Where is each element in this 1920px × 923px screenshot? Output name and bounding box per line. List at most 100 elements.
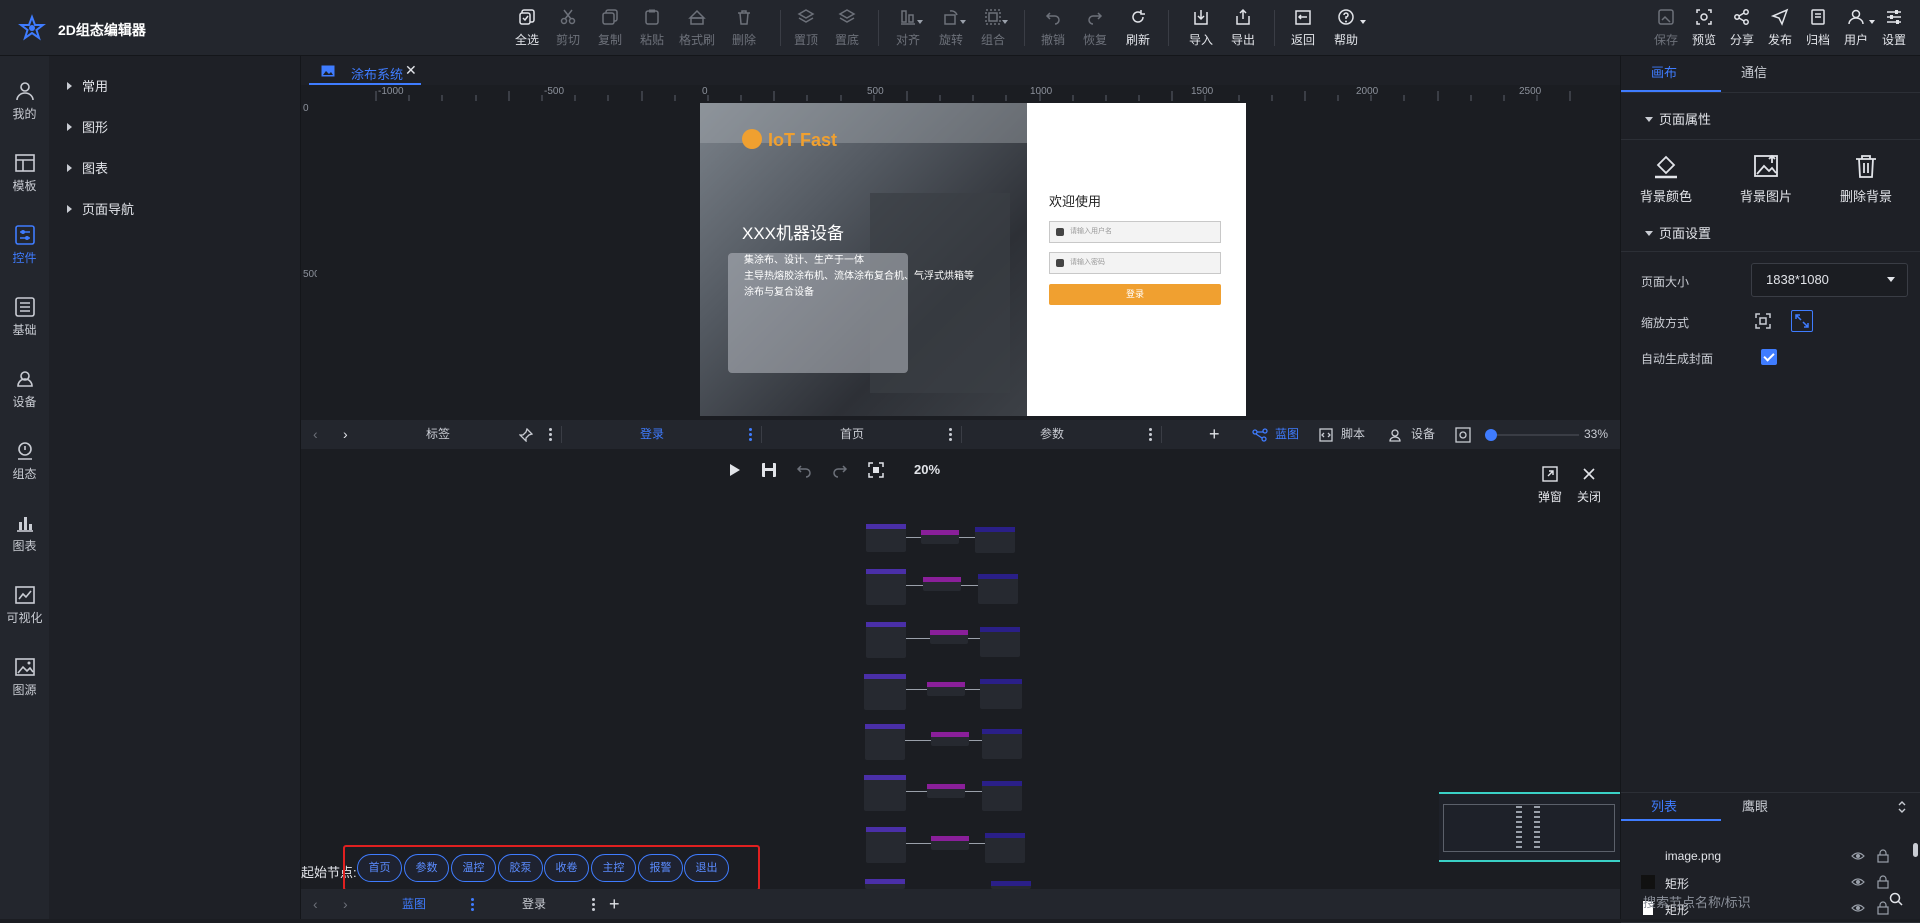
fit-view-icon[interactable] (867, 461, 885, 479)
password-field[interactable]: 请输入密码 (1049, 252, 1221, 274)
blueprint-editor[interactable]: 20% 弹窗 关闭 起始节点: 首页 参数 温控 胶泵 收卷 主控 报警 退出 (301, 449, 1620, 891)
blueprint-tab[interactable]: 蓝图 (1275, 420, 1299, 449)
eye-icon[interactable] (1851, 849, 1865, 863)
chevron-left-icon[interactable]: ‹ (313, 889, 318, 918)
save-icon[interactable] (760, 461, 778, 479)
nav-item-mine[interactable]: 我的 (0, 70, 49, 136)
nav-item-image-source[interactable]: 图源 (0, 646, 49, 712)
scale-stretch-button[interactable] (1791, 310, 1813, 332)
tab-eagle-eye[interactable]: 鹰眼 (1742, 794, 1768, 820)
settings-button[interactable]: 设置 (1874, 8, 1914, 52)
tab-layer-list[interactable]: 列表 (1651, 794, 1677, 820)
nav-item-visualization[interactable]: 可视化 (0, 574, 49, 640)
script-tab[interactable]: 脚本 (1341, 420, 1365, 449)
more-icon[interactable] (1149, 428, 1152, 441)
layer-search-input[interactable]: 搜索节点名称/标识 (1643, 892, 1751, 911)
layer-row[interactable]: image.png (1621, 843, 1920, 869)
device-tab[interactable]: 设备 (1411, 420, 1435, 449)
nav-item-devices[interactable]: 设备 (0, 358, 49, 424)
section-page-settings[interactable]: 页面设置 (1645, 223, 1711, 242)
auto-cover-checkbox[interactable] (1761, 349, 1777, 365)
align-button[interactable]: 对齐 (888, 8, 928, 52)
lock-icon[interactable] (1876, 901, 1890, 915)
nav-item-controls[interactable]: 控件 (0, 214, 49, 280)
chevron-right-icon[interactable]: › (343, 889, 348, 918)
preview-button[interactable]: 预览 (1684, 8, 1724, 52)
paste-button[interactable]: 粘贴 (632, 8, 672, 52)
format-brush-button[interactable]: 格式刷 (677, 8, 717, 52)
undo-icon[interactable] (795, 461, 813, 479)
section-page-props[interactable]: 页面属性 (1645, 109, 1711, 128)
more-icon[interactable] (549, 428, 552, 441)
cut-button[interactable]: 剪切 (548, 8, 588, 52)
tree-item-charts[interactable]: 图表 (67, 158, 108, 178)
close-blueprint-button[interactable]: 关闭 (1576, 466, 1602, 505)
graph-node[interactable] (864, 775, 906, 811)
graph-node[interactable] (985, 833, 1025, 863)
graph-node[interactable] (931, 836, 969, 850)
bottom-tab-blueprint[interactable]: 蓝图 (402, 889, 426, 918)
more-icon[interactable] (471, 898, 474, 911)
page-tab-params[interactable]: 参数 (1040, 420, 1064, 449)
graph-node[interactable] (980, 627, 1020, 657)
play-icon[interactable] (725, 461, 743, 479)
bg-image-button[interactable]: 背景图片 (1721, 152, 1811, 205)
eye-icon[interactable] (1851, 901, 1865, 915)
bg-delete-button[interactable]: 删除背景 (1821, 152, 1911, 205)
nav-item-templates[interactable]: 模板 (0, 142, 49, 208)
graph-node[interactable] (930, 630, 968, 644)
graph-node[interactable] (866, 622, 906, 658)
canvas-page[interactable]: IoT Fast XXX机器设备 集涂布、设计、生产于一体 主导热熔胶涂布机、流… (700, 103, 1246, 416)
tree-item-page-nav[interactable]: 页面导航 (67, 199, 134, 219)
more-icon[interactable] (949, 428, 952, 441)
nav-item-config[interactable]: 组态 (0, 430, 49, 496)
tree-item-common[interactable]: 常用 (67, 76, 108, 96)
pin-icon[interactable] (519, 428, 533, 442)
zoom-slider-track[interactable] (1491, 434, 1579, 436)
archive-button[interactable]: 归档 (1798, 8, 1838, 52)
publish-button[interactable]: 发布 (1760, 8, 1800, 52)
username-field[interactable]: 请输入用户名 (1049, 221, 1221, 243)
nav-item-basic[interactable]: 基础 (0, 286, 49, 352)
label-tab[interactable]: 标签 (426, 420, 450, 449)
to-bottom-button[interactable]: 置底 (827, 8, 867, 52)
lock-icon[interactable] (1876, 875, 1890, 889)
delete-button[interactable]: 删除 (724, 8, 764, 52)
redo-button[interactable]: 恢复 (1075, 8, 1115, 52)
graph-node[interactable] (975, 527, 1015, 553)
zoom-slider-handle[interactable] (1485, 429, 1497, 441)
graph-node[interactable] (982, 781, 1022, 811)
save-button[interactable]: 保存 (1646, 8, 1686, 52)
blueprint-minimap[interactable] (1439, 792, 1620, 862)
scale-fit-icon[interactable] (1754, 312, 1772, 330)
export-button[interactable]: 导出 (1223, 8, 1263, 52)
graph-node[interactable] (921, 530, 959, 544)
add-page-icon[interactable]: + (1209, 420, 1220, 449)
graph-node[interactable] (927, 682, 965, 696)
graph-node[interactable] (931, 732, 969, 746)
popup-button[interactable]: 弹窗 (1537, 466, 1563, 505)
graph-node[interactable] (923, 577, 961, 591)
fit-screen-icon[interactable] (1455, 427, 1471, 443)
undo-button[interactable]: 撤销 (1033, 8, 1073, 52)
bg-color-button[interactable]: 背景颜色 (1621, 152, 1711, 205)
minimap-viewport[interactable] (1443, 804, 1615, 852)
doc-tab-active[interactable]: 涂布系统 ✕ (309, 56, 421, 85)
chevron-right-icon[interactable]: › (343, 420, 348, 449)
user-button[interactable]: 用户 (1836, 8, 1876, 52)
bottom-tab-login[interactable]: 登录 (522, 889, 546, 918)
to-top-button[interactable]: 置顶 (786, 8, 826, 52)
close-icon[interactable]: ✕ (405, 62, 417, 79)
graph-node[interactable] (978, 574, 1018, 604)
page-tab-home[interactable]: 首页 (840, 420, 864, 449)
graph-node[interactable] (866, 569, 906, 605)
graph-node[interactable] (982, 729, 1022, 759)
more-icon[interactable] (749, 428, 752, 441)
select-all-button[interactable]: 全选 (507, 8, 547, 52)
graph-node[interactable] (866, 524, 906, 552)
search-icon[interactable] (1889, 892, 1903, 906)
more-icon[interactable] (592, 898, 595, 911)
add-tab-icon[interactable]: + (609, 889, 620, 918)
login-button[interactable]: 登录 (1049, 284, 1221, 305)
copy-button[interactable]: 复制 (590, 8, 630, 52)
